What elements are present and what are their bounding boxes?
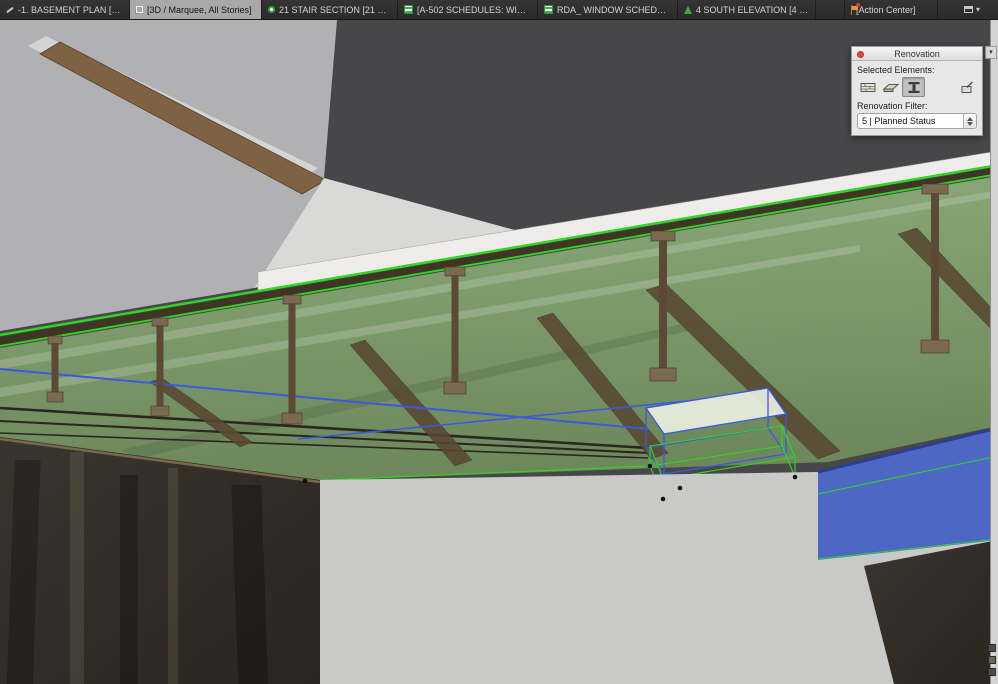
tab-bar-spacer (816, 0, 844, 19)
transfer-settings-icon (961, 81, 973, 93)
archicad-window: -1. BASEMENT PLAN [-1. EXIS... [3D / Mar… (0, 0, 998, 684)
renovation-filter-value: 5 | Planned Status (862, 116, 936, 126)
palette-title-bar[interactable]: Renovation (852, 47, 982, 61)
renovation-palette: Renovation Selected Elements: Renovation… (851, 46, 983, 136)
close-icon[interactable] (857, 50, 864, 58)
slab-tool-button[interactable] (879, 77, 902, 97)
3d-scene-canvas[interactable] (0, 20, 998, 684)
renovation-filter-select[interactable]: 5 | Planned Status (857, 113, 977, 129)
tab-label: RDA_ WINDOW SCHEDULE [R... (557, 4, 671, 15)
tab-basement-plan[interactable]: -1. BASEMENT PLAN [-1. EXIS... (0, 0, 130, 19)
tab-south-elevation[interactable]: 4 SOUTH ELEVATION [4 SOU... (678, 0, 816, 19)
tab-stair-section[interactable]: 21 STAIR SECTION [21 Wall Se... (262, 0, 398, 19)
slab-tool-icon (882, 83, 899, 92)
tab-3d-marquee[interactable]: [3D / Marquee, All Stories] (130, 0, 262, 19)
transfer-settings-button[interactable] (955, 77, 978, 97)
action-center-icon (851, 2, 860, 15)
docked-panel-icon[interactable] (987, 656, 996, 664)
floor-plan-pencil-icon (6, 6, 14, 13)
stepper-icon[interactable] (963, 114, 976, 128)
chevron-up-icon (967, 116, 973, 121)
schedule-icon (404, 5, 413, 14)
docked-panel-icon[interactable] (987, 644, 996, 652)
column-tool-icon (908, 81, 919, 93)
column-tool-button[interactable] (902, 77, 925, 97)
palette-title: Renovation (894, 49, 940, 59)
wall-tool-button[interactable] (856, 77, 879, 97)
wall-tool-icon (860, 82, 875, 92)
lower-wall-dark-left[interactable] (0, 437, 321, 684)
chevron-down-icon: ▾ (975, 5, 980, 14)
selected-elements-label: Selected Elements: (857, 65, 935, 75)
windows-stack-icon (963, 6, 973, 13)
view-tab-bar: -1. BASEMENT PLAN [-1. EXIS... [3D / Mar… (0, 0, 998, 20)
renovation-filter-label: Renovation Filter: (857, 101, 928, 111)
chevron-down-icon (967, 121, 973, 126)
tab-rda-window-schedule[interactable]: RDA_ WINDOW SCHEDULE [R... (538, 0, 678, 19)
tab-label: [Action Center] (856, 4, 916, 15)
viewport-3d[interactable] (0, 20, 998, 684)
tab-action-center[interactable]: [Action Center] (844, 0, 938, 19)
elevation-marker-icon (684, 5, 692, 14)
tab-label: 4 SOUTH ELEVATION [4 SOU... (696, 4, 809, 15)
right-scroll-strip[interactable] (990, 20, 998, 684)
docked-panel-icon[interactable] (987, 668, 996, 676)
tab-label: -1. BASEMENT PLAN [-1. EXIS... (18, 4, 123, 15)
docked-panel-icons[interactable] (985, 644, 998, 676)
section-marker-icon (268, 6, 275, 13)
tab-label: [3D / Marquee, All Stories] (147, 4, 252, 15)
schedule-icon (544, 5, 553, 14)
chevron-down-icon: ▾ (989, 49, 993, 56)
open-windows-dropdown[interactable]: ▾ (960, 0, 984, 19)
tab-schedules-window[interactable]: [A-502 SCHEDULES: WINDO... (398, 0, 538, 19)
tab-label: 21 STAIR SECTION [21 Wall Se... (279, 4, 391, 15)
tab-label: [A-502 SCHEDULES: WINDO... (417, 4, 531, 15)
3d-cube-icon (136, 6, 143, 13)
hidden-palettes-button[interactable]: ▾ (985, 46, 997, 59)
renovation-tool-row (856, 77, 978, 97)
